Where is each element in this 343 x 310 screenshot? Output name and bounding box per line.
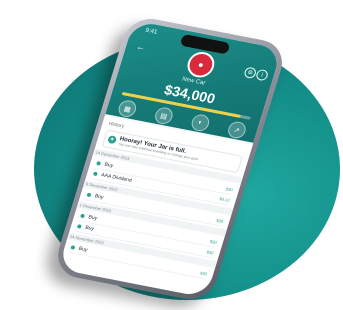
row-amount: $30	[209, 238, 218, 245]
jar-avatar: ●	[184, 49, 218, 80]
info-icon[interactable]: i	[255, 68, 270, 82]
back-arrow-icon[interactable]: ←	[135, 41, 147, 52]
row-label: Buy	[77, 245, 89, 254]
row-label: Buy	[94, 193, 105, 201]
row-amount: $30	[199, 269, 208, 276]
row-amount: $30	[215, 217, 224, 224]
row-label: Buy	[87, 214, 98, 222]
car-icon: ●	[196, 59, 206, 71]
buy-icon	[70, 245, 76, 250]
confetti-icon: ★	[107, 135, 118, 145]
portfolio-icon: ◐	[189, 113, 212, 133]
performance-icon: ↗	[225, 120, 248, 140]
dividend-icon	[92, 171, 98, 177]
buy-icon	[86, 192, 92, 198]
row-label: Buy	[84, 224, 95, 233]
row-amount: $30	[206, 248, 215, 255]
row-amount: $30	[225, 185, 234, 192]
withdraw-icon: ▤	[153, 106, 175, 126]
row-label: Buy	[103, 161, 114, 170]
buy-icon	[96, 161, 102, 166]
invest-icon: ▦	[116, 98, 139, 119]
settings-icon[interactable]: ⚙	[243, 66, 258, 80]
status-time: 9:41	[144, 27, 158, 36]
hero-graphic: 9:41 ← ● ⚙ i New Car $34,000 ▦ Invest	[0, 0, 343, 310]
buy-icon	[76, 224, 82, 229]
buy-icon	[79, 213, 86, 219]
row-amount: $0.12	[219, 195, 231, 203]
